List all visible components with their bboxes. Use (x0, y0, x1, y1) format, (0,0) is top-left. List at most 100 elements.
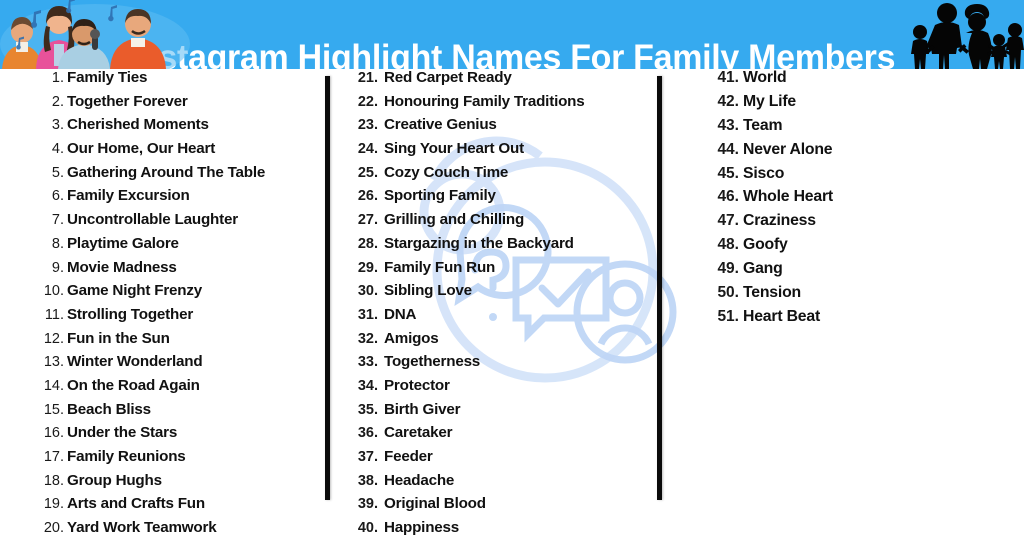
list-item: 10. Game Night Frenzy (40, 282, 320, 306)
list-item: 15. Beach Bliss (40, 401, 320, 425)
list-item: 45. Sisco (708, 165, 1008, 189)
list-item-number: 50. (717, 284, 739, 302)
list-item-number: 49. (717, 260, 739, 278)
list-item: 3. Cherished Moments (40, 116, 320, 140)
list-item-label: Creative Genius (384, 116, 497, 134)
list-item-label: Uncontrollable Laughter (67, 211, 238, 229)
list-item-label: Yard Work Teamwork (67, 519, 217, 537)
list-item: 23. Creative Genius (352, 116, 652, 140)
family-silhouette-illustration-icon (902, 0, 1024, 69)
list-item-number: 12. (43, 330, 64, 347)
list-item-number: 46. (717, 188, 739, 206)
list-item-number: 45. (717, 164, 739, 182)
list-item: 37. Feeder (352, 448, 652, 472)
list-item-number: 13. (43, 354, 64, 371)
list-item-label: Amigos (384, 329, 439, 347)
list-item-number: 27. (357, 212, 378, 229)
list-item: 22. Honouring Family Traditions (352, 93, 652, 117)
list-item: 7. Uncontrollable Laughter (40, 211, 320, 235)
list-column-2: 21. Red Carpet Ready 22. Honouring Family T… (352, 69, 652, 543)
column-divider-1 (325, 76, 330, 500)
list-item: 36. Caretaker (352, 424, 652, 448)
list-item: 1. Family Ties (40, 69, 320, 93)
list-item-number: 21. (357, 70, 378, 86)
list-item-label: Sing Your Heart Out (384, 140, 524, 158)
list-item-number: 39. (357, 496, 378, 513)
list-item-label: Protector (384, 376, 450, 394)
list-item-label: Our Home, Our Heart (67, 140, 216, 158)
list-item-label: Beach Bliss (67, 400, 151, 418)
list-item-label: Fun in the Sun (67, 329, 170, 347)
list-item-number: 38. (357, 472, 378, 489)
list-item-label: Heart Beat (743, 307, 821, 325)
list-column-3: 41. World 42. My Life 43. Team 44. Never Alone 4… (708, 69, 1008, 332)
list-item-label: Family Ties (67, 69, 148, 86)
list-item-number: 37. (357, 449, 378, 465)
list-item-number: 41. (717, 69, 739, 86)
list-item-label: Stargazing in the Backyard (384, 234, 574, 252)
list-item: 30. Sibling Love (352, 282, 652, 306)
list-item-number: 29. (357, 259, 378, 276)
list-item-number: 11. (44, 306, 64, 323)
list-item-label: Together Forever (67, 92, 188, 110)
list-item-number: 40. (357, 520, 378, 537)
list-item-number: 44. (717, 140, 739, 158)
list-item-number: 23. (357, 117, 378, 134)
list-item: 47. Craziness (708, 212, 1008, 236)
list-item-label: Gang (743, 260, 783, 278)
list-item: 44. Never Alone (708, 141, 1008, 165)
list-item-number: 25. (357, 164, 378, 181)
list-item: 11. Strolling Together (40, 306, 320, 330)
list-item: 14. On the Road Again (40, 377, 320, 401)
list-item: 48. Goofy (708, 236, 1008, 260)
list-item-number: 31. (357, 306, 378, 323)
list-item-number: 6. (51, 188, 64, 205)
list-item-number: 10. (43, 283, 64, 300)
list-item-label: Headache (384, 471, 455, 489)
column-divider-2 (657, 76, 662, 500)
list-item-label: On the Road Again (67, 376, 200, 394)
list-item-number: 47. (717, 212, 739, 230)
list-item-number: 22. (357, 93, 378, 110)
list-item: 5. Gathering Around The Table (40, 164, 320, 188)
list-item: 31. DNA (352, 306, 652, 330)
list-item: 50. Tension (708, 284, 1008, 308)
list-item-label: Whole Heart (743, 188, 833, 206)
list-item-label: Caretaker (384, 424, 453, 442)
highlight-name-list-3: 41. World 42. My Life 43. Team 44. Never Alone 4… (708, 69, 1008, 332)
list-item-label: Gathering Around The Table (67, 163, 266, 181)
list-item: 28. Stargazing in the Backyard (352, 235, 652, 259)
list-item-label: Family Fun Run (384, 258, 496, 276)
list-item: 21. Red Carpet Ready (352, 69, 652, 93)
list-item-number: 28. (357, 235, 378, 252)
list-item: 4. Our Home, Our Heart (40, 140, 320, 164)
list-item: 49. Gang (708, 260, 1008, 284)
list-item-number: 2. (51, 93, 64, 110)
list-item-number: 32. (357, 330, 378, 347)
list-item: 20. Yard Work Teamwork (40, 519, 320, 543)
list-item-number: 26. (357, 188, 378, 205)
list-item-number: 33. (357, 354, 378, 371)
list-item: 29. Family Fun Run (352, 259, 652, 283)
highlight-name-list-2: 21. Red Carpet Ready 22. Honouring Family T… (352, 69, 652, 543)
list-item-label: Sibling Love (384, 282, 472, 300)
list-item-label: Group Hughs (67, 471, 162, 489)
list-item-number: 30. (357, 283, 378, 300)
list-item-number: 17. (43, 449, 64, 465)
list-item-number: 14. (43, 377, 64, 394)
list-item-label: Red Carpet Ready (384, 69, 512, 86)
list-item-number: 35. (357, 401, 378, 418)
list-item-label: Happiness (384, 519, 460, 537)
list-item-label: Winter Wonderland (67, 353, 203, 371)
list-item-label: DNA (384, 305, 417, 323)
list-columns: 1. Family Ties 2. Together Forever 3. Cherish… (0, 69, 1024, 536)
list-item-label: Birth Giver (384, 400, 461, 418)
list-item-label: Sisco (743, 164, 785, 182)
list-item-label: Movie Madness (67, 258, 177, 276)
list-item-number: 19. (43, 496, 64, 513)
list-item-label: Family Excursion (67, 187, 190, 205)
highlight-name-list-1: 1. Family Ties 2. Together Forever 3. Cherish… (40, 69, 320, 543)
family-singing-illustration-icon (0, 0, 190, 69)
list-item: 41. World (708, 69, 1008, 93)
list-item: 19. Arts and Crafts Fun (40, 495, 320, 519)
